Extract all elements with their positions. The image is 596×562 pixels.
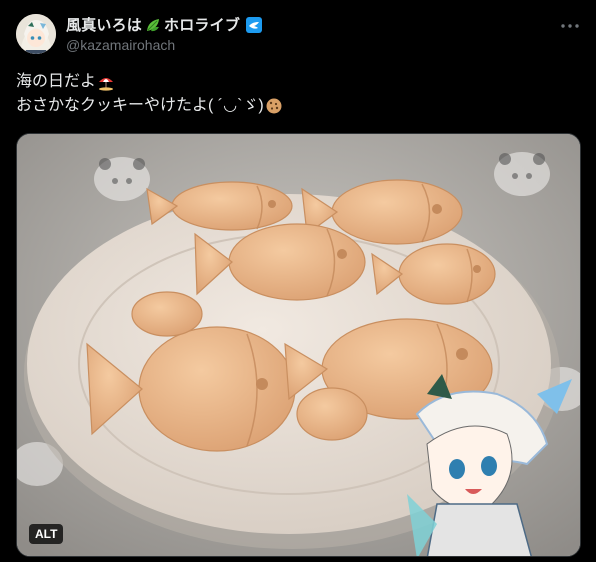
author-org-name[interactable]: ホロライブ <box>164 14 240 35</box>
tweet-text-line-2-content: おさかなクッキーやけたよ( ´◡`ゞ) <box>16 97 264 114</box>
tweet-text-line-2: おさかなクッキーやけたよ( ´◡`ゞ) <box>16 94 283 118</box>
cookies-on-plate-photo <box>17 134 580 556</box>
tweet-media-photo[interactable] <box>16 133 581 557</box>
more-options-icon <box>561 24 579 28</box>
cookie-emoji-icon <box>266 98 282 114</box>
tweet-card: 風真いろは ホロライブ @kazamairohach 海の日だよ おさかなクッキ… <box>0 0 596 562</box>
verified-badge-icon <box>246 16 263 33</box>
author-name-row[interactable]: 風真いろは ホロライブ <box>66 14 263 35</box>
more-options-button[interactable] <box>558 14 582 38</box>
author-display-name[interactable]: 風真いろは <box>66 14 142 35</box>
tweet-text-line-1: 海の日だよ <box>16 70 283 94</box>
avatar[interactable] <box>16 14 56 54</box>
avatar-image <box>16 14 56 54</box>
tweet-text-line-1-content: 海の日だよ <box>16 73 97 90</box>
leaf-emoji-icon <box>147 18 160 31</box>
tweet-text: 海の日だよ おさかなクッキーやけたよ( ´◡`ゞ) <box>16 70 283 118</box>
beach-umbrella-emoji-icon <box>99 78 114 91</box>
alt-text-badge[interactable]: ALT <box>29 524 64 544</box>
author-handle[interactable]: @kazamairohach <box>66 37 175 53</box>
